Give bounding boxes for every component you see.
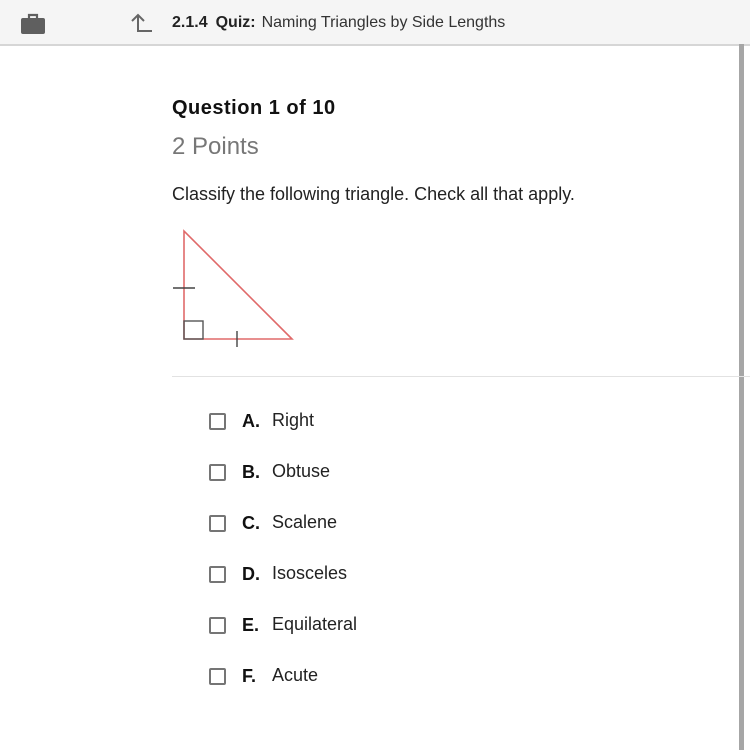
checkbox[interactable] <box>209 566 226 583</box>
option-letter: A. <box>242 411 260 431</box>
right-angle-marker <box>183 320 204 340</box>
option-label: Acute <box>272 665 319 685</box>
option-f[interactable]: F. Acute <box>209 661 357 712</box>
option-label: Obtuse <box>272 461 331 481</box>
option-label: Right <box>272 410 315 430</box>
checkbox[interactable] <box>209 668 226 685</box>
scrollbar[interactable] <box>739 44 744 750</box>
option-label: Equilateral <box>272 614 358 634</box>
checkbox[interactable] <box>209 464 226 481</box>
lesson-title: Naming Triangles by Side Lengths <box>261 14 506 31</box>
triangle-figure <box>173 229 294 347</box>
divider <box>172 376 750 377</box>
option-label: Scalene <box>272 512 338 532</box>
checkbox[interactable] <box>209 515 226 532</box>
option-d[interactable]: D. Isosceles <box>209 559 357 610</box>
option-label: Isosceles <box>272 563 348 583</box>
checkbox[interactable] <box>209 413 226 430</box>
option-letter: E. <box>242 615 260 635</box>
checkbox[interactable] <box>209 617 226 634</box>
question-heading: Question 1 of 10 <box>172 97 336 119</box>
option-letter: B. <box>242 462 260 482</box>
briefcase-icon[interactable] <box>20 13 46 35</box>
option-e[interactable]: E. Equilateral <box>209 610 357 661</box>
option-c[interactable]: C. Scalene <box>209 508 357 559</box>
lesson-number: 2.1.4 <box>172 14 208 31</box>
option-letter: C. <box>242 513 260 533</box>
up-left-arrow-icon[interactable] <box>130 12 154 34</box>
question-points: 2 Points <box>172 133 259 160</box>
option-letter: D. <box>242 564 260 584</box>
answer-options: A. Right B. Obtuse C. Scalene D. Isoscel… <box>209 406 357 712</box>
option-letter: F. <box>242 666 257 686</box>
option-b[interactable]: B. Obtuse <box>209 457 357 508</box>
activity-type: Quiz: <box>215 14 256 31</box>
triangle-outline <box>183 229 294 340</box>
page-title: 2.1.4 Quiz: Naming Triangles by Side Lengt… <box>172 13 505 33</box>
option-a[interactable]: A. Right <box>209 406 357 457</box>
question-prompt: Classify the following triangle. Check a… <box>172 184 575 204</box>
top-bar: 2.1.4 Quiz: Naming Triangles by Side Lengt… <box>0 0 750 46</box>
